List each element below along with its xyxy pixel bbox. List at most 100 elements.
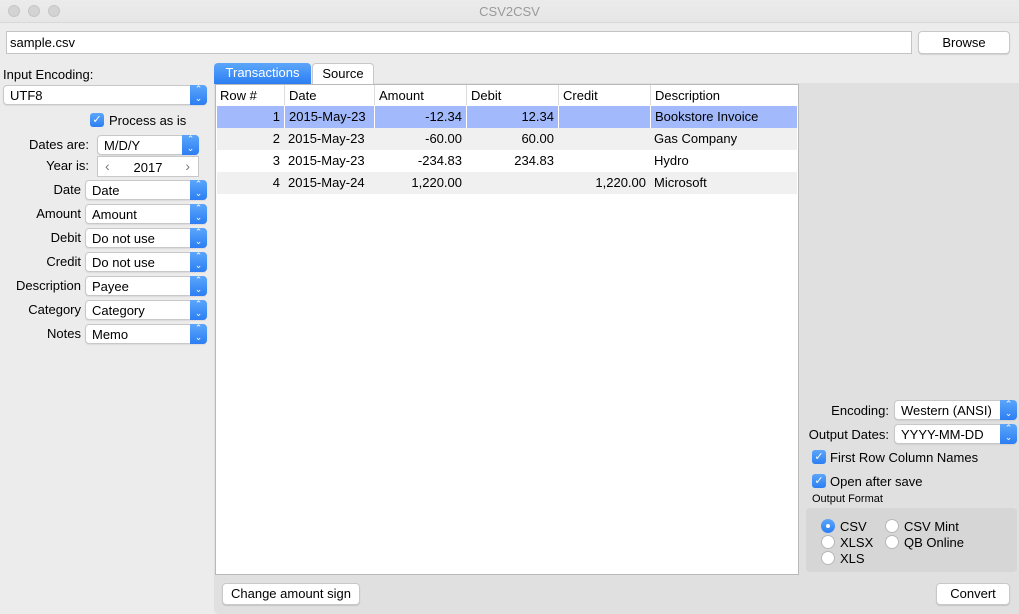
mapping-label-notes: Notes <box>47 326 81 341</box>
mapping-select-notes[interactable]: Memo ⌃ ⌄ <box>85 324 207 344</box>
cell-date: 2015-May-23 <box>288 131 365 146</box>
year-value: 2017 <box>133 160 163 175</box>
checkmark-icon: ✓ <box>814 451 824 463</box>
cell-date: 2015-May-23 <box>288 153 365 168</box>
browse-button[interactable]: Browse <box>918 31 1010 54</box>
mapping-select-date[interactable]: Date ⌃ ⌄ <box>85 180 207 200</box>
cell-date: 2015-May-23 <box>284 106 374 128</box>
table-row[interactable]: 1 2015-May-23 -12.34 12.34 Bookstore Invoice <box>217 106 797 128</box>
column-header-date[interactable]: Date <box>284 85 374 105</box>
mapping-select-credit[interactable]: Do not use ⌃ ⌄ <box>85 252 207 272</box>
table-row[interactable]: 4 2015-May-24 1,220.00 1,220.00 Microsoft <box>217 172 797 194</box>
output-encoding-select[interactable]: Western (ANSI) ⌃ ⌄ <box>894 400 1017 420</box>
cell-description: Gas Company <box>654 131 738 146</box>
checkmark-icon: ✓ <box>814 475 824 487</box>
cell-row: 2 <box>272 131 280 146</box>
first-row-column-names-checkbox[interactable]: ✓ <box>812 450 826 464</box>
format-label-xls: XLS <box>840 551 865 566</box>
cell-description: Microsoft <box>654 175 707 190</box>
open-after-save-label: Open after save <box>830 474 923 489</box>
mapping-value: Amount <box>92 207 137 222</box>
table-header: Row # Date Amount Debit Credit Descripti… <box>216 85 798 105</box>
format-radio-csv[interactable] <box>821 519 835 533</box>
output-dates-label: Output Dates: <box>808 427 889 442</box>
output-dates-value: YYYY-MM-DD <box>901 427 984 442</box>
tab-source[interactable]: Source <box>312 63 374 84</box>
file-path-input[interactable] <box>6 31 912 54</box>
select-chevron-icon: ⌃ ⌄ <box>190 204 207 224</box>
cell-description: Hydro <box>654 153 689 168</box>
first-row-column-names-label: First Row Column Names <box>830 450 979 465</box>
mapping-label-category: Category <box>28 302 81 317</box>
mapping-value: Memo <box>92 327 129 342</box>
output-encoding-label: Encoding: <box>831 403 889 418</box>
cell-debit: 60.00 <box>521 131 554 146</box>
column-header-description[interactable]: Description <box>650 85 798 105</box>
title-bar: CSV2CSV <box>0 0 1019 23</box>
checkmark-icon: ✓ <box>92 114 102 126</box>
cell-credit <box>558 106 650 128</box>
mapping-select-debit[interactable]: Do not use ⌃ ⌄ <box>85 228 207 248</box>
cell-row: 1 <box>272 109 280 124</box>
cell-row: 4 <box>272 175 280 190</box>
format-radio-xlsx[interactable] <box>821 535 835 549</box>
select-chevron-icon: ⌃ ⌄ <box>190 276 207 296</box>
mapping-select-description[interactable]: Payee ⌃ ⌄ <box>85 276 207 296</box>
input-encoding-label: Input Encoding: <box>3 67 94 82</box>
format-label-qb-online: QB Online <box>904 535 964 550</box>
mapping-label-description: Description <box>15 278 81 293</box>
output-format-label: Output Format <box>812 493 883 505</box>
tab-transactions[interactable]: Transactions <box>214 63 311 84</box>
column-header-row[interactable]: Row # <box>216 85 284 105</box>
cell-debit: 12.34 <box>466 106 558 128</box>
mapping-value: Payee <box>92 279 129 294</box>
format-label-csv: CSV <box>840 519 867 534</box>
year-is-label: Year is: <box>46 158 89 173</box>
format-radio-qb-online[interactable] <box>885 535 899 549</box>
year-next-icon[interactable]: › <box>185 158 190 174</box>
process-as-is-label: Process as is <box>109 113 187 128</box>
select-chevron-icon: ⌃ ⌄ <box>190 85 207 105</box>
format-radio-xls[interactable] <box>821 551 835 565</box>
app-window: CSV2CSV Browse Input Encoding: UTF8 ⌃⌄ ✓… <box>0 0 1019 614</box>
mapping-select-category[interactable]: Category ⌃ ⌄ <box>85 300 207 320</box>
dates-are-label: Dates are: <box>29 137 89 152</box>
change-amount-sign-button[interactable]: Change amount sign <box>222 583 360 605</box>
column-header-amount[interactable]: Amount <box>374 85 466 105</box>
input-encoding-value: UTF8 <box>10 88 43 103</box>
table-row[interactable]: 3 2015-May-23 -234.83 234.83 Hydro <box>217 150 797 172</box>
select-chevron-icon: ⌃ ⌄ <box>190 228 207 248</box>
mapping-label-amount: Amount <box>36 206 81 221</box>
cell-credit <box>558 150 650 172</box>
cell-amount: -60.00 <box>425 131 462 146</box>
dates-are-select[interactable]: M/D/Y ⌃ ⌄ <box>97 135 199 155</box>
mapping-label-date: Date <box>53 182 81 197</box>
cell-debit <box>466 172 558 194</box>
open-after-save-checkbox[interactable]: ✓ <box>812 474 826 488</box>
mapping-value: Do not use <box>92 231 155 246</box>
mapping-value: Do not use <box>92 255 155 270</box>
format-radio-csv-mint[interactable] <box>885 519 899 533</box>
select-chevron-icon: ⌃ ⌄ <box>190 324 207 344</box>
process-as-is-checkbox[interactable]: ✓ <box>90 113 104 127</box>
input-encoding-select[interactable]: UTF8 ⌃ ⌄ <box>3 85 207 105</box>
mapping-select-amount[interactable]: Amount ⌃ ⌄ <box>85 204 207 224</box>
select-chevron-icon: ⌃ ⌄ <box>190 300 207 320</box>
column-header-debit[interactable]: Debit <box>466 85 558 105</box>
output-encoding-value: Western (ANSI) <box>901 403 992 418</box>
window-title: CSV2CSV <box>479 4 540 19</box>
year-stepper[interactable]: ‹ 2017 › <box>97 156 199 177</box>
convert-button[interactable]: Convert <box>936 583 1010 605</box>
format-label-xlsx: XLSX <box>840 535 874 550</box>
table-row[interactable]: 2 2015-May-23 -60.00 60.00 Gas Company <box>217 128 797 150</box>
select-chevron-icon: ⌃ ⌄ <box>190 252 207 272</box>
column-header-credit[interactable]: Credit <box>558 85 650 105</box>
cell-amount: -12.34 <box>374 106 466 128</box>
cell-credit <box>558 128 650 150</box>
select-chevron-icon: ⌃ ⌄ <box>182 135 199 155</box>
output-dates-select[interactable]: YYYY-MM-DD ⌃ ⌄ <box>894 424 1017 444</box>
cell-date: 2015-May-24 <box>288 175 365 190</box>
cell-credit: 1,220.00 <box>595 175 646 190</box>
mapping-label-debit: Debit <box>50 230 81 245</box>
cell-description: Bookstore Invoice <box>650 106 798 128</box>
